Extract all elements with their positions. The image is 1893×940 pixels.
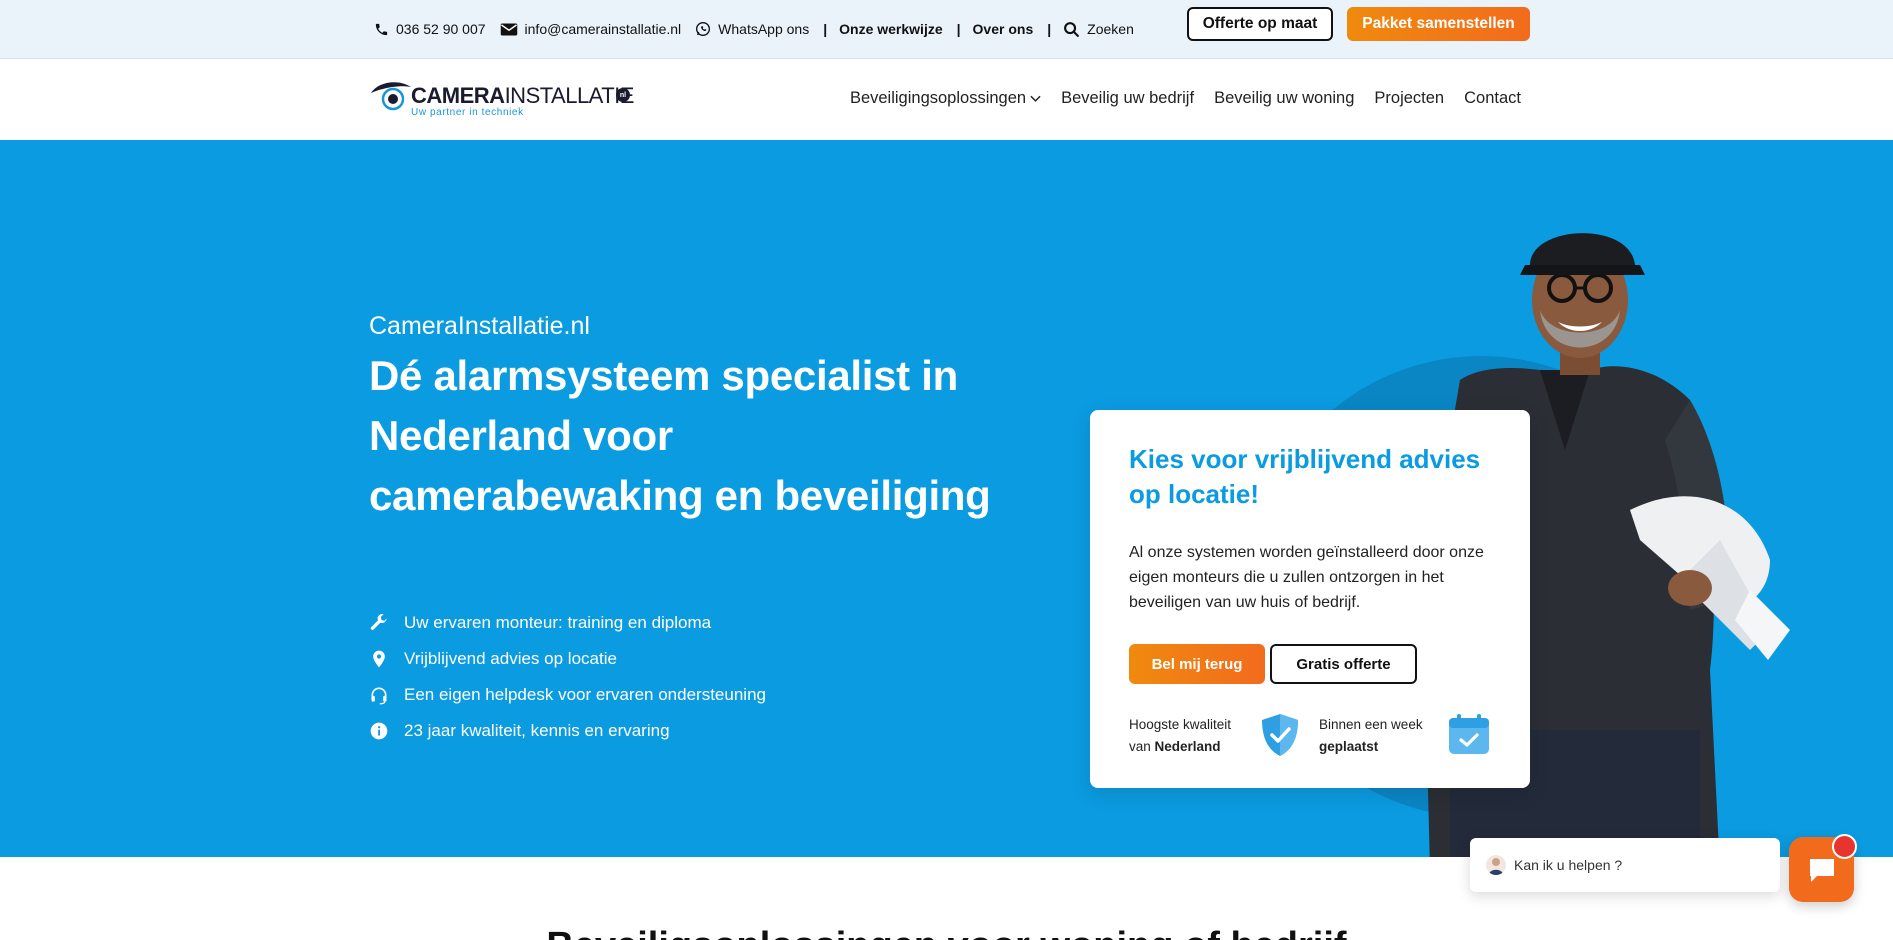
usp-placement: Binnen een week geplaatst [1319,717,1423,754]
whatsapp-label: WhatsApp ons [718,21,810,37]
logo-wordmark: CAMERAINSTALLATIE [411,83,634,108]
hero-headline: Dé alarmsysteem specialist in Nederland … [369,352,991,519]
section-heading: Beveiligsoplossingen voor woning of bedr… [0,925,1893,940]
hero-kicker: CameraInstallatie.nl [369,312,590,340]
headset-icon [371,687,387,705]
envelope-icon [500,23,517,35]
phone-icon [375,23,388,35]
feature-text: Uw ervaren monteur: training en diploma [404,613,712,632]
list-item: Vrijblijvend advies op locatie [369,641,766,677]
info-icon [370,722,388,740]
hero-section: CameraInstallatie.nl Dé alarmsysteem spe… [0,140,1893,857]
nav-item-bedrijf[interactable]: Beveilig uw bedrijf [1061,89,1194,108]
pakket-samenstellen-button[interactable]: Pakket samenstellen [1347,7,1530,41]
list-item: 23 jaar kwaliteit, kennis en ervaring [369,713,766,749]
location-pin-icon [373,650,385,668]
shield-check-icon [1262,714,1298,756]
werkwijze-link[interactable]: Onze werkwijze [839,21,942,37]
feature-text: Een eigen helpdesk voor ervaren onderste… [404,685,766,704]
wrench-icon [370,614,387,630]
separator: | [956,21,961,37]
list-item: Uw ervaren monteur: training en diploma [369,605,766,641]
list-item: Een eigen helpdesk voor ervaren onderste… [369,677,766,713]
over-ons-link[interactable]: Over ons [973,21,1034,37]
chat-prompt-bubble[interactable]: Kan ik u helpen ? [1470,838,1780,892]
feature-text: 23 jaar kwaliteit, kennis en ervaring [404,721,670,740]
nav-item-woning[interactable]: Beveilig uw woning [1214,89,1354,108]
agent-avatar [1486,855,1506,875]
contact-strip: 036 52 90 007 info@camerainstallatie.nl … [374,18,1148,40]
logo-badge: nl [616,88,630,102]
nav-item-beveiligingsoplossingen[interactable]: Beveiligingsoplossingen [850,89,1041,108]
card-title: Kies voor vrijblijvend advies op locatie… [1129,444,1481,509]
feature-list: Uw ervaren monteur: training en diploma … [369,605,766,749]
site-logo[interactable]: CAMERAINSTALLATIE nl Uw partner in techn… [369,77,634,121]
eye-logo-icon [371,82,411,111]
advice-card: Kies voor vrijblijvend advies op locatie… [1090,410,1530,788]
phone-link[interactable]: 036 52 90 007 [374,21,486,37]
notification-dot [1832,834,1857,859]
bel-mij-terug-button[interactable]: Bel mij terug [1129,644,1265,684]
chat-prompt-text: Kan ik u helpen ? [1514,857,1623,873]
top-bar: 036 52 90 007 info@camerainstallatie.nl … [0,0,1893,59]
search-link[interactable]: Zoeken [1063,21,1134,38]
email-address: info@camerainstallatie.nl [524,21,682,37]
logo-tagline: Uw partner in techniek [411,107,524,118]
separator: | [823,21,828,37]
whatsapp-link[interactable]: WhatsApp ons [695,21,809,37]
card-body: Al onze systemen worden geïnstalleerd do… [1129,544,1484,611]
whatsapp-icon [696,22,711,36]
chevron-down-icon [1030,95,1041,102]
email-link[interactable]: info@camerainstallatie.nl [500,21,682,37]
phone-number: 036 52 90 007 [396,21,486,37]
feature-text: Vrijblijvend advies op locatie [404,649,617,668]
nav-item-projecten[interactable]: Projecten [1374,89,1444,108]
gratis-offerte-button[interactable]: Gratis offerte [1270,644,1417,684]
search-label: Zoeken [1087,21,1134,37]
usp-quality: Hoogste kwaliteit van Nederland [1129,717,1232,754]
calendar-check-icon [1449,714,1489,754]
offerte-op-maat-button[interactable]: Offerte op maat [1187,7,1333,41]
chat-icon [1809,858,1834,882]
main-header: CAMERAINSTALLATIE nl Uw partner in techn… [0,59,1893,140]
main-nav: Beveiligingsoplossingen Beveilig uw bedr… [850,89,1521,108]
separator: | [1047,21,1052,37]
nav-item-contact[interactable]: Contact [1464,89,1521,108]
search-icon [1064,21,1080,37]
nav-item-label: Beveiligingsoplossingen [849,89,1027,107]
